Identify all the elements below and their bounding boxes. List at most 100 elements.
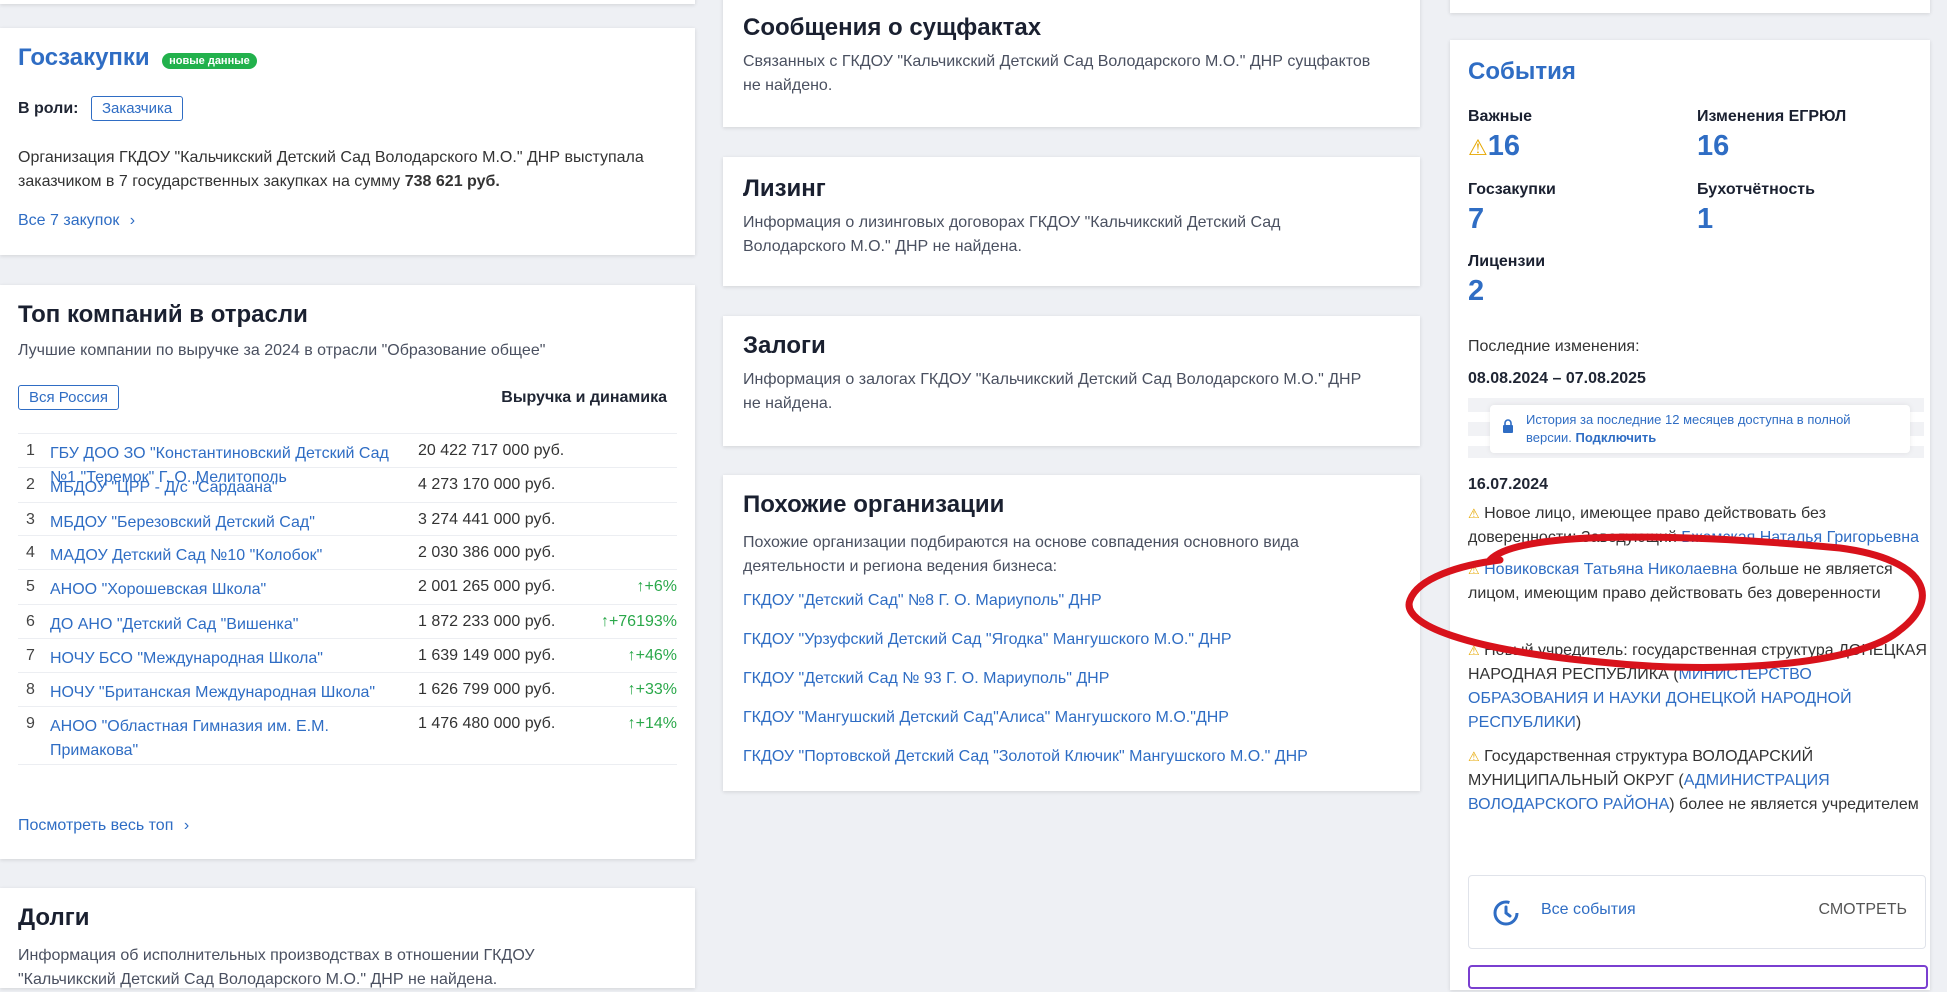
stat-egrul-value[interactable]: 16 [1697, 130, 1729, 163]
similar-orgs-card: Похожие организации Похожие организации … [723, 475, 1420, 791]
top-companies-subtitle: Лучшие компании по выручке за 2024 в отр… [18, 342, 546, 359]
similar-org-link[interactable]: ГКДОУ "Урзуфский Детский Сад "Ягодка" Ма… [743, 631, 1232, 649]
company-link[interactable]: МБДОУ "ЦРР - Д/с "Сардаана" [50, 476, 390, 500]
top-company-row: 8 НОЧУ "Британская Международная Школа" 1 … [18, 672, 677, 707]
leasing-text: Информация о лизинговых договорах ГКДОУ … [743, 214, 1281, 255]
goszakupki-amount: 738 621 руб. [404, 173, 500, 190]
event-item: ⚠ Новиковская Татьяна Николаевна больше … [1468, 558, 1930, 606]
company-link[interactable]: НОЧУ БСО "Международная Школа" [50, 647, 390, 671]
company-link[interactable]: НОЧУ "Британская Международная Школа" [50, 681, 390, 705]
stat-goszakupki-value[interactable]: 7 [1468, 203, 1484, 236]
revenue-growth: ↑+76193% [600, 613, 677, 630]
last-changes-label: Последние изменения: [1468, 338, 1640, 355]
similar-org-link[interactable]: ГКДОУ "Мангушский Детский Сад"Алиса" Ман… [743, 709, 1229, 727]
revenue-value: 2 001 265 000 руб. [418, 578, 556, 595]
revenue-value: 1 872 233 000 руб. [418, 613, 556, 630]
goszakupki-title[interactable]: Госзакупки [18, 44, 150, 71]
revenue-value: 20 422 717 000 руб. [418, 442, 565, 459]
similar-org-link[interactable]: ГКДОУ "Детский Сад № 93 Г. О. Мариуполь"… [743, 670, 1109, 688]
event-person-link[interactable]: Бжемская Наталья Григорьевна [1681, 529, 1919, 546]
row-rank: 4 [26, 544, 35, 561]
top-company-row: 3 МБДОУ "Березовский Детский Сад" 3 274 44… [18, 502, 677, 537]
top-stub-card-right [1450, 0, 1930, 13]
view-all-top-link[interactable]: Посмотреть весь топ › [18, 817, 189, 835]
top-stub-card-left [0, 0, 695, 4]
role-chip[interactable]: Заказчика [90, 96, 184, 121]
revenue-value: 4 273 170 000 руб. [418, 476, 556, 493]
period-range: 08.08.2024 – 07.08.2025 [1468, 370, 1646, 387]
debts-text-2: "Кальчикский Детский Сад Володарского М.… [18, 971, 498, 988]
new-data-badge: новые данные [162, 52, 257, 69]
view-label: СМОТРЕТЬ [1818, 901, 1907, 918]
row-rank: 6 [26, 613, 35, 630]
company-link[interactable]: ДО АНО "Детский Сад "Вишенка" [50, 613, 390, 637]
goszakupki-card: Госзакупки новые данные В роли: Заказчик… [0, 28, 695, 255]
events-title: События [1468, 58, 1576, 85]
row-rank: 1 [26, 442, 35, 459]
stat-accounting-value[interactable]: 1 [1697, 203, 1713, 236]
sushfakty-text: Связанных с ГКДОУ "Кальчикский Детский С… [743, 53, 1371, 94]
event-item: ⚠ Новое лицо, имеющее право действовать … [1468, 502, 1930, 550]
revenue-growth: ↑+46% [627, 647, 677, 664]
warning-icon: ⚠ [1468, 562, 1480, 577]
similar-orgs-text: Похожие организации подбираются на основ… [743, 534, 1299, 575]
stat-goszakupki-label: Госзакупки [1468, 181, 1556, 198]
event-item: ⚠ Новый учредитель: государственная стру… [1468, 639, 1930, 735]
row-rank: 7 [26, 647, 35, 664]
revenue-value: 3 274 441 000 руб. [418, 511, 556, 528]
leasing-card: Лизинг Информация о лизинговых договорах… [723, 157, 1420, 286]
history-locked-text: История за последние 12 месяцев доступна… [1526, 411, 1886, 447]
revenue-growth: ↑+33% [627, 681, 677, 698]
event-date: 16.07.2024 [1468, 476, 1549, 493]
row-rank: 9 [26, 715, 35, 732]
lock-icon [1502, 419, 1514, 438]
top-companies-card: Топ компаний в отрасли Лучшие компании п… [0, 285, 695, 859]
event-person-link[interactable]: Новиковская Татьяна Николаевна [1484, 561, 1737, 578]
region-chip[interactable]: Вся Россия [18, 385, 119, 410]
revenue-value: 1 626 799 000 руб. [418, 681, 556, 698]
debts-title: Долги [18, 904, 90, 931]
stat-important-number: 16 [1487, 130, 1520, 162]
top-company-row: 7 НОЧУ БСО "Международная Школа" 1 639 149… [18, 638, 677, 673]
stat-licenses-label: Лицензии [1468, 253, 1546, 270]
top-companies-title: Топ компаний в отрасли [18, 301, 308, 328]
warning-icon: ⚠ [1468, 749, 1480, 764]
connect-link[interactable]: Подключить [1575, 430, 1656, 445]
pledges-card: Залоги Информация о залогах ГКДОУ "Кальч… [723, 316, 1420, 446]
similar-org-link[interactable]: ГКДОУ "Портовской Детский Сад "Золотой К… [743, 748, 1308, 766]
warning-icon: ⚠ [1468, 643, 1480, 658]
top-company-row: 2 МБДОУ "ЦРР - Д/с "Сардаана" 4 273 170 00… [18, 467, 677, 502]
warning-icon: ⚠ [1468, 506, 1480, 521]
debts-text: Информация об исполнительных производств… [18, 947, 535, 964]
list-divider [18, 764, 677, 765]
similar-orgs-title: Похожие организации [743, 491, 1005, 518]
top-company-row: 5 АНОО "Хорошевская Школа" 2 001 265 000 р… [18, 569, 677, 604]
history-icon [1491, 898, 1521, 933]
role-label: В роли: [18, 100, 79, 117]
all-purchases-link[interactable]: Все 7 закупок › [18, 212, 135, 230]
stat-important-value[interactable]: ⚠16 [1468, 130, 1520, 163]
top-company-row: 6 ДО АНО "Детский Сад "Вишенка" 1 872 233 … [18, 604, 677, 639]
top-company-row: 9 АНОО "Областная Гимназия им. Е.М. Прима… [18, 706, 677, 765]
row-rank: 8 [26, 681, 35, 698]
row-rank: 3 [26, 511, 35, 528]
company-link[interactable]: МБДОУ "Березовский Детский Сад" [50, 511, 390, 535]
sushfakty-title: Сообщения о сущфактах [743, 14, 1042, 41]
next-card-stub [1468, 965, 1928, 989]
pledges-title: Залоги [743, 332, 826, 359]
company-link[interactable]: МАДОУ Детский Сад №10 "Колобок" [50, 544, 390, 568]
sushfakty-card: Сообщения о сущфактах Связанных с ГКДОУ … [723, 0, 1420, 127]
top-company-row: 4 МАДОУ Детский Сад №10 "Колобок" 2 030 38… [18, 535, 677, 570]
revenue-value: 2 030 386 000 руб. [418, 544, 556, 561]
row-rank: 5 [26, 578, 35, 595]
event-text: ) [1575, 714, 1582, 731]
event-text: ) более не является учредителем [1669, 796, 1919, 813]
stat-egrul-label: Изменения ЕГРЮЛ [1697, 108, 1847, 125]
stat-licenses-value[interactable]: 2 [1468, 275, 1484, 308]
all-events-button[interactable]: Все события СМОТРЕТЬ [1468, 875, 1926, 949]
company-link[interactable]: АНОО "Хорошевская Школа" [50, 578, 390, 602]
company-link[interactable]: АНОО "Областная Гимназия им. Е.М. Примак… [50, 715, 390, 763]
goszakupki-text: Организация ГКДОУ "Кальчикский Детский С… [18, 146, 658, 194]
similar-org-link[interactable]: ГКДОУ "Детский Сад" №8 Г. О. Мариуполь" … [743, 592, 1102, 610]
stat-important-label: Важные [1468, 108, 1533, 125]
